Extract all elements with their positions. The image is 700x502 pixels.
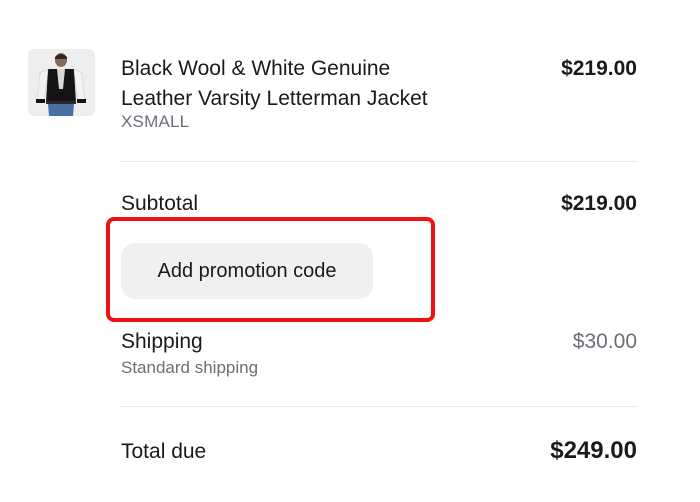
shipping-value: $30.00 [572,330,637,353]
product-name: Black Wool & White Genuine Leather Varsi… [121,54,521,114]
total-value: $249.00 [550,437,637,464]
product-name-line-2: Leather Varsity Letterman Jacket [121,87,428,110]
product-thumbnail [28,49,95,116]
divider [121,406,637,407]
subtotal-label: Subtotal [121,192,199,215]
total-label: Total due [121,440,207,463]
divider [121,161,637,162]
product-variant: XSMALL [121,112,190,131]
product-name-line-1: Black Wool & White Genuine [121,57,391,80]
product-price: $219.00 [561,57,637,80]
shipping-method: Standard shipping [121,358,259,377]
add-promotion-code-button[interactable]: Add promotion code [121,243,373,299]
subtotal-value: $219.00 [561,192,637,215]
jacket-thumbnail-image [28,49,95,116]
shipping-label: Shipping [121,330,203,353]
